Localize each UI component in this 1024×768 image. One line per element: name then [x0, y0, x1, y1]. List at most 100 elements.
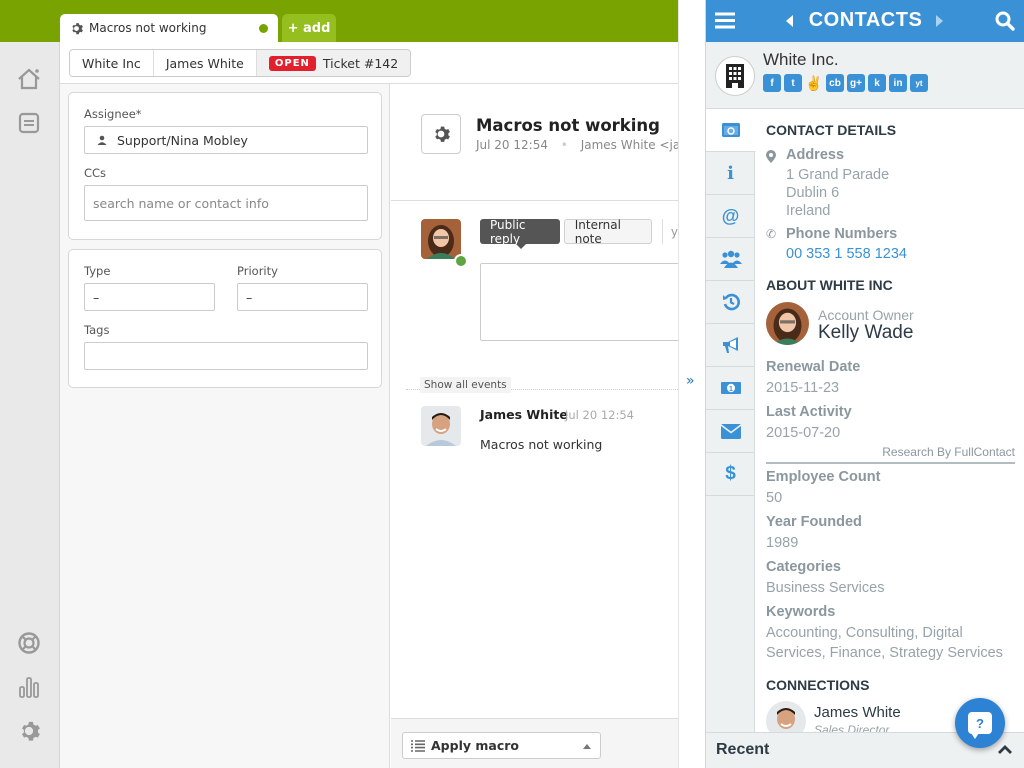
tab-more[interactable]: y	[671, 219, 678, 244]
contacts-app: CONTACTS White Inc. f t ✌ cb g+ k in yt	[705, 0, 1024, 768]
admin-gear-icon[interactable]	[14, 716, 44, 746]
conversation-footer: Apply macro	[391, 718, 678, 768]
ticket-timestamp: Jul 20 12:54	[476, 138, 548, 152]
show-all-events-button[interactable]: Show all events	[420, 377, 511, 393]
caret-up-icon	[583, 744, 591, 749]
tab-public-reply[interactable]: Public reply	[480, 218, 560, 249]
message-time: Jul 20 12:54	[565, 408, 634, 422]
ccs-label: CCs	[84, 166, 107, 180]
ccs-input[interactable]: search name or contact info	[84, 185, 368, 221]
breadcrumb-requester[interactable]: James White	[153, 50, 257, 76]
tab-billing[interactable]: $	[706, 453, 755, 496]
apply-macro-label: Apply macro	[431, 738, 519, 753]
next-arrow-icon[interactable]	[936, 15, 943, 27]
list-icon	[411, 739, 425, 752]
phone-link[interactable]: 00 353 1 558 1234	[786, 245, 907, 263]
left-nav	[0, 42, 60, 768]
year-founded-label: Year Founded	[766, 514, 862, 530]
home-icon[interactable]	[14, 64, 44, 94]
angellist-icon[interactable]: ✌	[805, 74, 823, 92]
connection-name[interactable]: James White	[814, 704, 901, 721]
assignee-field[interactable]: Support/Nina Mobley	[84, 126, 368, 154]
tab-history[interactable]	[706, 281, 755, 324]
breadcrumb-ticket[interactable]: OPEN Ticket #142	[256, 50, 411, 76]
owner-avatar	[766, 302, 809, 345]
tab-emails[interactable]	[706, 410, 755, 453]
tags-label: Tags	[84, 323, 110, 337]
message-author[interactable]: James White	[480, 407, 568, 422]
owner-name[interactable]: Kelly Wade	[818, 322, 913, 344]
ticket-subheader: White Inc James White OPEN Ticket #142	[60, 42, 678, 84]
search-icon[interactable]	[995, 11, 1015, 31]
priority-label: Priority	[237, 264, 278, 278]
reporting-icon[interactable]	[14, 672, 44, 702]
contacts-title: CONTACTS	[808, 9, 923, 31]
app-root: Macros not working + add White Inc James…	[0, 0, 1024, 768]
assignee-card: Assignee* Support/Nina Mobley CCs search…	[68, 92, 382, 240]
keywords-line-1: Accounting, Consulting, Digital	[766, 625, 963, 641]
youtube-icon[interactable]: yt	[910, 74, 928, 92]
keywords-label: Keywords	[766, 604, 836, 620]
conversation-panel: Macros not working Jul 20 12:54 • James …	[391, 84, 678, 768]
facebook-icon[interactable]: f	[763, 74, 781, 92]
help-question-mark: ?	[976, 715, 984, 731]
ticket-requester[interactable]: James White <jan	[581, 138, 678, 152]
crunchbase-icon[interactable]: cb	[826, 74, 844, 92]
add-tab-button[interactable]: + add	[282, 14, 336, 42]
about-title: ABOUT WHITE INC	[766, 277, 893, 293]
at-icon: @	[721, 205, 740, 226]
address-label: Address	[786, 147, 845, 163]
research-attribution[interactable]: Research By FullContact	[766, 445, 1015, 464]
chevron-up-icon[interactable]	[998, 745, 1012, 755]
help-button[interactable]: ?	[955, 698, 1005, 748]
type-select[interactable]: –	[84, 283, 215, 311]
money-icon: 1	[720, 381, 742, 395]
social-links: f t ✌ cb g+ k in yt	[763, 74, 928, 92]
tab-email-addresses[interactable]: @	[706, 195, 755, 238]
keywords-line-2: Services, Finance, Strategy Services	[766, 645, 1003, 661]
separator-dot: •	[560, 138, 568, 152]
breadcrumb-org[interactable]: White Inc	[70, 50, 154, 76]
google-plus-icon[interactable]: g+	[847, 74, 865, 92]
address-line-2: Dublin 6	[786, 185, 840, 201]
agent-avatar	[421, 219, 461, 259]
reply-editor[interactable]	[480, 263, 678, 341]
tab-people[interactable]	[706, 238, 755, 281]
phone-icon: ✆	[766, 227, 777, 241]
ticket-properties-panel: Assignee* Support/Nina Mobley CCs search…	[60, 84, 390, 768]
tab-info[interactable]: i	[706, 152, 755, 195]
year-founded-value: 1989	[766, 535, 799, 551]
ticket-actions-button[interactable]	[421, 114, 461, 154]
apply-macro-button[interactable]: Apply macro	[402, 732, 601, 759]
views-icon[interactable]	[14, 108, 44, 138]
last-activity-value: 2015-07-20	[766, 425, 841, 441]
linkedin-icon[interactable]: in	[889, 74, 907, 92]
ticket-title: Macros not working	[476, 116, 660, 135]
envelope-icon	[720, 423, 741, 439]
ticket-header: Macros not working Jul 20 12:54 • James …	[391, 84, 678, 201]
priority-select[interactable]: –	[237, 283, 368, 311]
group-icon	[719, 250, 742, 268]
tab-company-card[interactable]	[706, 109, 756, 152]
contact-details-title: CONTACT DETAILS	[766, 122, 897, 138]
expand-chevrons-icon[interactable]: »	[686, 373, 695, 389]
address-line-1: 1 Grand Parade	[786, 167, 890, 183]
user-icon	[97, 135, 107, 145]
unsaved-indicator	[259, 24, 268, 33]
tab-internal-note[interactable]: Internal note	[563, 218, 653, 246]
tab-campaigns[interactable]	[706, 324, 755, 367]
svg-text:1: 1	[729, 386, 733, 393]
contacts-header: CONTACTS	[706, 0, 1024, 42]
renewal-date-value: 2015-11-23	[766, 380, 840, 396]
status-badge: OPEN	[268, 55, 316, 71]
gear-icon	[70, 22, 83, 35]
twitter-icon[interactable]: t	[784, 74, 802, 92]
phone-label: Phone Numbers	[786, 226, 898, 242]
ticket-tab[interactable]: Macros not working	[60, 14, 278, 42]
tags-input[interactable]	[84, 342, 368, 370]
klout-icon[interactable]: k	[868, 74, 886, 92]
tab-deals[interactable]: 1	[706, 367, 755, 410]
company-name: White Inc.	[763, 50, 839, 69]
help-center-icon[interactable]	[14, 628, 44, 658]
employee-count-label: Employee Count	[766, 469, 881, 485]
